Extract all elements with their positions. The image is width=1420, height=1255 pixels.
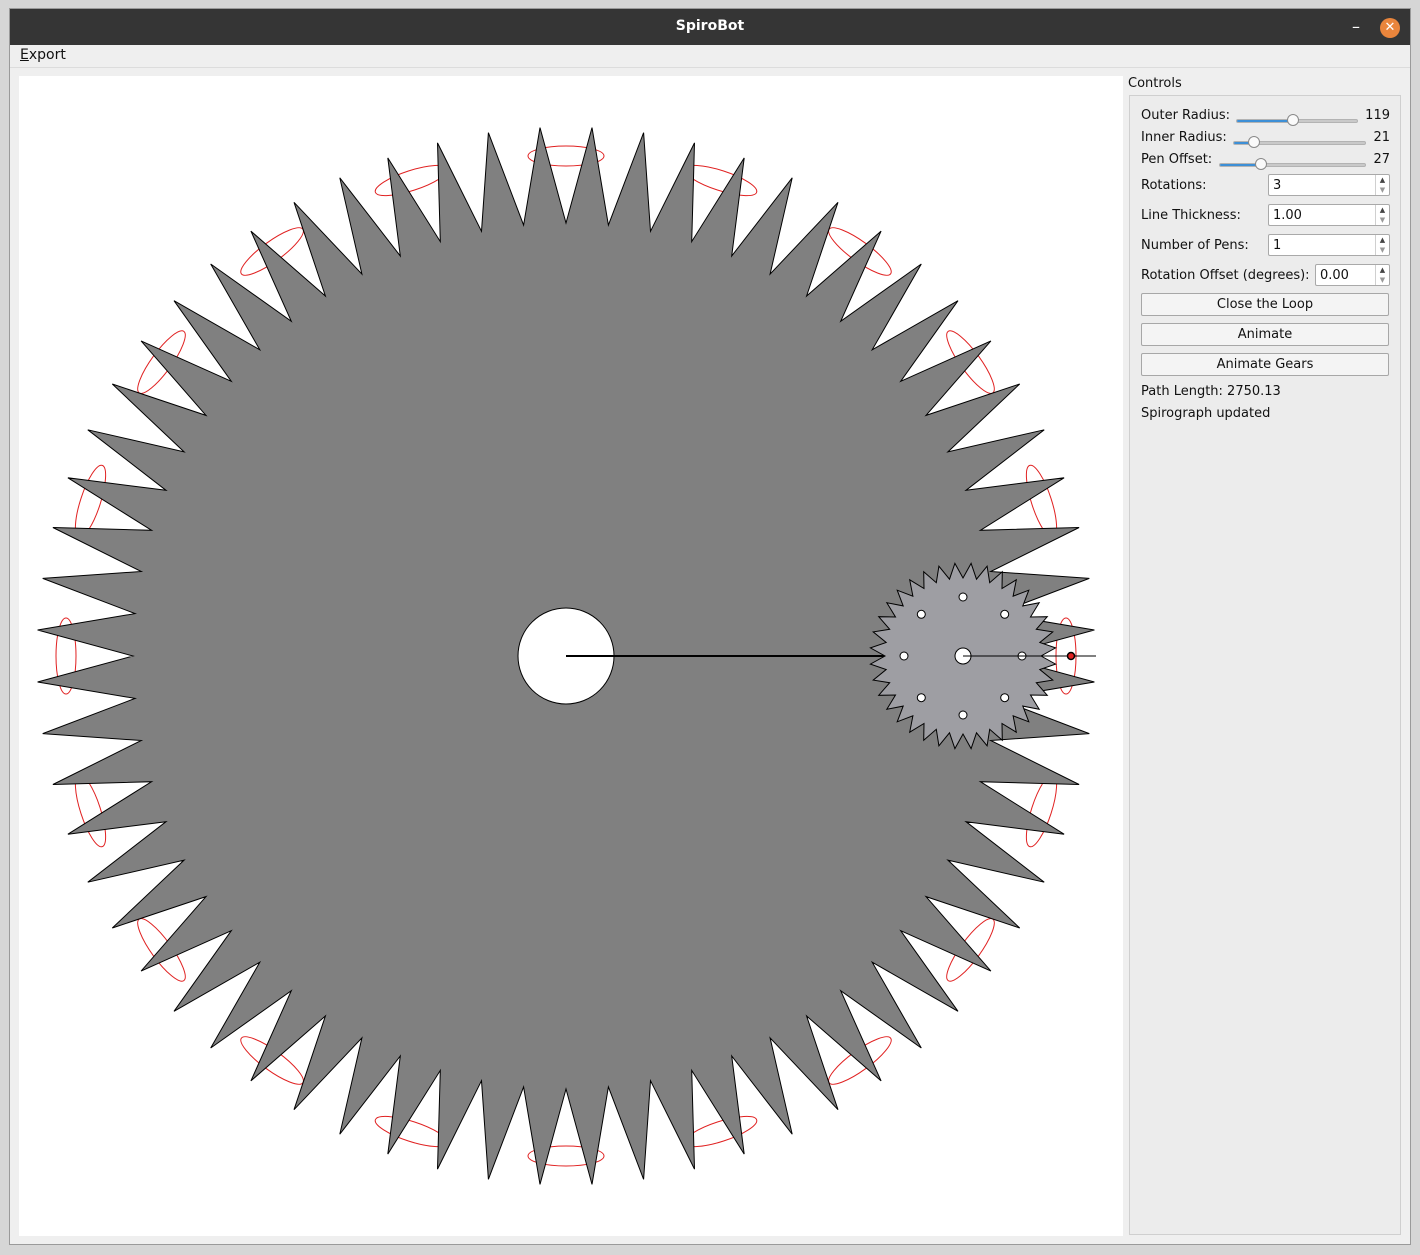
inner-radius-label: Inner Radius: [1141,130,1227,145]
pen-offset-slider-handle[interactable] [1254,158,1267,170]
rotation-offset-value: 0.00 [1320,268,1349,283]
menu-bar: Export [10,45,1410,68]
decrement-icon[interactable]: ▼ [1376,275,1389,285]
number-of-pens-label: Number of Pens: [1141,238,1249,253]
pen-offset-slider[interactable] [1219,158,1366,170]
rotations-spinbox[interactable]: 3 ▲ ▼ [1268,174,1390,196]
inner-radius-slider[interactable] [1233,136,1366,148]
number-of-pens-spinbox[interactable]: 1 ▲ ▼ [1268,234,1390,256]
title-bar[interactable]: SpiroBot – ✕ [10,9,1410,45]
outer-radius-value: 119 [1365,108,1390,123]
spirograph-canvas[interactable] [19,76,1123,1236]
gear-drawing [37,127,1096,1185]
number-of-pens-value: 1 [1273,238,1282,253]
pen-hole [1000,693,1010,703]
pen-hole [916,693,926,703]
line-thickness-spinbox[interactable]: 1.00 ▲ ▼ [1268,204,1390,226]
line-thickness-label: Line Thickness: [1141,208,1241,223]
line-thickness-value: 1.00 [1273,208,1302,223]
rotations-label: Rotations: [1141,178,1207,193]
line-thickness-stepper[interactable]: ▲ ▼ [1375,205,1389,225]
menu-export[interactable]: Export [20,47,66,63]
pen-point [1066,651,1076,661]
outer-radius-slider[interactable] [1236,114,1358,126]
animate-button[interactable]: Animate [1141,323,1389,346]
animate-gears-button[interactable]: Animate Gears [1141,353,1389,376]
increment-icon[interactable]: ▲ [1376,175,1389,185]
pen-offset-value: 27 [1373,152,1390,167]
path-length-text: Path Length: 2750.13 [1141,384,1281,399]
number-of-pens-stepper[interactable]: ▲ ▼ [1375,235,1389,255]
pen-offset-label: Pen Offset: [1141,152,1213,167]
window-title: SpiroBot [675,18,745,34]
menu-export-label: xport [28,47,66,63]
inner-radius-value: 21 [1373,130,1390,145]
pen-hole [916,609,926,619]
outer-radius-label: Outer Radius: [1141,108,1231,123]
menu-export-mnemonic: E [20,47,29,63]
pen-hole [1000,609,1010,619]
minimize-icon[interactable]: – [1346,18,1366,38]
outer-radius-slider-fill [1237,120,1294,122]
decrement-icon[interactable]: ▼ [1376,245,1389,255]
decrement-icon[interactable]: ▼ [1376,185,1389,195]
pen-hole [899,651,909,661]
inner-radius-slider-handle[interactable] [1247,136,1260,148]
increment-icon[interactable]: ▲ [1376,235,1389,245]
close-the-loop-button[interactable]: Close the Loop [1141,293,1389,316]
controls-title: Controls [1128,76,1182,91]
status-text: Spirograph updated [1141,406,1271,421]
rotation-offset-spinbox[interactable]: 0.00 ▲ ▼ [1315,264,1390,286]
increment-icon[interactable]: ▲ [1376,265,1389,275]
rotation-offset-label: Rotation Offset (degrees): [1141,268,1310,283]
rotations-value: 3 [1273,178,1282,193]
outer-radius-slider-handle[interactable] [1287,114,1300,126]
spirobot-window: SpiroBot – ✕ Export Controls Outer Radiu… [9,8,1411,1245]
controls-panel: Outer Radius: 119 Inner Radius: 21 Pen O… [1129,95,1401,1235]
rotation-offset-stepper[interactable]: ▲ ▼ [1375,265,1389,285]
increment-icon[interactable]: ▲ [1376,205,1389,215]
pen-hole [958,710,968,720]
decrement-icon[interactable]: ▼ [1376,215,1389,225]
pen-hole [958,592,968,602]
close-icon[interactable]: ✕ [1380,18,1400,38]
rotations-stepper[interactable]: ▲ ▼ [1375,175,1389,195]
